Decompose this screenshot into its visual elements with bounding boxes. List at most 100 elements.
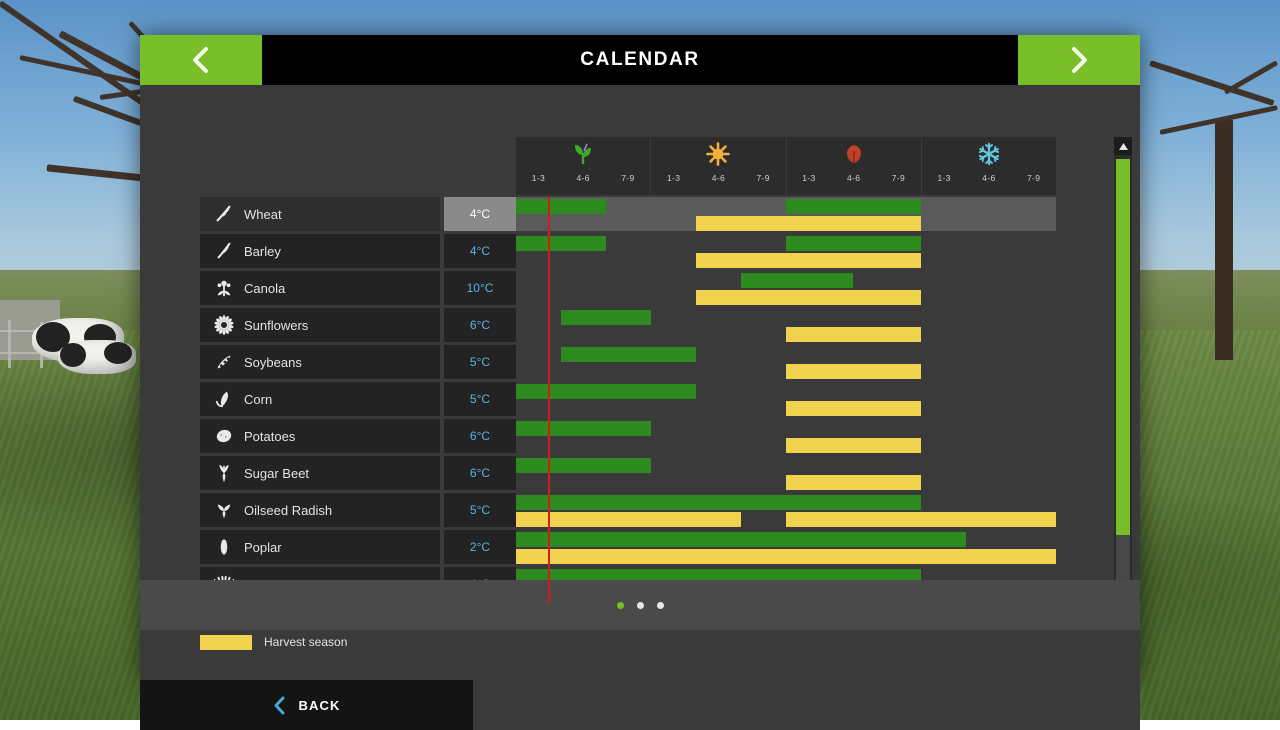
crop-name-cell[interactable]: Oilseed Radish bbox=[200, 493, 440, 527]
crop-table: Wheat4°C Barley4°C Canola10°C Sunflowers 6… bbox=[200, 197, 1056, 604]
back-button[interactable]: BACK bbox=[140, 680, 473, 730]
table-row[interactable]: Poplar2°C bbox=[200, 530, 1056, 567]
table-row[interactable]: Corn 5°C bbox=[200, 382, 1056, 419]
planting-bar bbox=[516, 458, 651, 473]
germination-temperature[interactable]: 4°C bbox=[444, 234, 516, 268]
crop-name-cell[interactable]: Sunflowers bbox=[200, 308, 440, 342]
period-labels: 1-34-67-9 bbox=[922, 171, 1056, 185]
sunflower-icon bbox=[214, 315, 234, 335]
oilseed-radish-icon bbox=[214, 499, 234, 521]
wheat-icon bbox=[214, 203, 234, 225]
scrollbar-track[interactable] bbox=[1116, 159, 1130, 593]
harvest-bar bbox=[786, 364, 921, 379]
barley-icon bbox=[214, 240, 234, 262]
period-label: 1-3 bbox=[787, 171, 832, 185]
table-row[interactable]: Sunflowers 6°C bbox=[200, 308, 1056, 345]
pagination-dot[interactable] bbox=[657, 602, 664, 609]
period-label: 1-3 bbox=[922, 171, 967, 185]
season-track bbox=[516, 308, 1056, 342]
germination-temperature[interactable]: 4°C bbox=[444, 197, 516, 231]
current-day-marker bbox=[548, 197, 550, 603]
back-button-label: BACK bbox=[299, 698, 341, 713]
crop-name-cell[interactable]: Sugar Beet bbox=[200, 456, 440, 490]
season-track bbox=[516, 419, 1056, 453]
harvest-bar bbox=[786, 512, 1056, 527]
corn-icon bbox=[214, 389, 234, 409]
table-row[interactable]: Canola10°C bbox=[200, 271, 1056, 308]
sun-icon bbox=[706, 142, 730, 166]
crop-name-label: Sugar Beet bbox=[244, 466, 309, 481]
germination-temperature[interactable]: 6°C bbox=[444, 456, 516, 490]
pagination-dot[interactable] bbox=[617, 602, 624, 609]
soybean-icon bbox=[214, 352, 234, 372]
planting-bar bbox=[741, 273, 853, 288]
leaf-icon-wrap bbox=[842, 137, 866, 171]
crop-name-cell[interactable]: Canola bbox=[200, 271, 440, 305]
season-column-autumn: 1-34-67-9 bbox=[787, 137, 922, 195]
canola-icon bbox=[214, 278, 234, 298]
canola-icon bbox=[214, 277, 234, 299]
snowflake-icon bbox=[977, 142, 1001, 166]
table-row[interactable]: Wheat4°C bbox=[200, 197, 1056, 234]
sugar-beet-icon bbox=[214, 462, 234, 484]
season-track bbox=[516, 197, 1056, 231]
season-header: 1-34-67-91-34-67-9 1-34-67-9 bbox=[516, 137, 1056, 195]
planting-bar bbox=[516, 199, 606, 214]
legend-label: Harvest season bbox=[264, 635, 347, 649]
table-row[interactable]: Oilseed Radish 5°C bbox=[200, 493, 1056, 530]
fence-post bbox=[8, 320, 11, 368]
period-label: 7-9 bbox=[741, 171, 786, 185]
germination-temperature[interactable]: 5°C bbox=[444, 493, 516, 527]
next-page-button[interactable] bbox=[1018, 35, 1140, 85]
period-label: 7-9 bbox=[876, 171, 921, 185]
crop-name-cell[interactable]: Barley bbox=[200, 234, 440, 268]
pagination-dot[interactable] bbox=[637, 602, 644, 609]
dialog-footer: BACK bbox=[140, 680, 1140, 730]
period-label: 7-9 bbox=[606, 171, 651, 185]
crop-name-cell[interactable]: Potatoes bbox=[200, 419, 440, 453]
table-row[interactable]: Sugar Beet 6°C bbox=[200, 456, 1056, 493]
leaf-icon bbox=[842, 142, 866, 166]
germination-temperature[interactable]: 6°C bbox=[444, 308, 516, 342]
season-track bbox=[516, 271, 1056, 305]
crop-name-cell[interactable]: Poplar bbox=[200, 530, 440, 564]
table-row[interactable]: Barley4°C bbox=[200, 234, 1056, 271]
season-track bbox=[516, 234, 1056, 268]
previous-page-button[interactable] bbox=[140, 35, 262, 85]
harvest-bar bbox=[786, 475, 921, 490]
poplar-icon bbox=[214, 536, 234, 558]
scrollbar[interactable] bbox=[1114, 137, 1132, 615]
period-labels: 1-34-67-9 bbox=[651, 171, 785, 185]
period-label: 4-6 bbox=[696, 171, 741, 185]
period-label: 4-6 bbox=[967, 171, 1012, 185]
scroll-up-button[interactable] bbox=[1114, 137, 1132, 155]
harvest-bar bbox=[786, 327, 921, 342]
germination-temperature[interactable]: 2°C bbox=[444, 530, 516, 564]
pagination-dots bbox=[617, 602, 664, 609]
table-row[interactable]: Soybeans5°C bbox=[200, 345, 1056, 382]
table-row[interactable]: Potatoes6°C bbox=[200, 419, 1056, 456]
germination-temperature[interactable]: 6°C bbox=[444, 419, 516, 453]
planting-bar bbox=[561, 347, 696, 362]
triangle-up-icon bbox=[1119, 143, 1128, 150]
planting-bar bbox=[516, 384, 696, 399]
crop-name-label: Oilseed Radish bbox=[244, 503, 332, 518]
season-track bbox=[516, 456, 1056, 490]
season-column-spring: 1-34-67-9 bbox=[516, 137, 651, 195]
crop-name-cell[interactable]: Wheat bbox=[200, 197, 440, 231]
harvest-bar bbox=[786, 401, 921, 416]
scrollbar-thumb[interactable] bbox=[1116, 159, 1130, 535]
germination-temperature[interactable]: 5°C bbox=[444, 345, 516, 379]
planting-bar bbox=[516, 236, 606, 251]
planting-bar bbox=[786, 236, 921, 251]
germination-temperature[interactable]: 5°C bbox=[444, 382, 516, 416]
crop-name-cell[interactable]: Soybeans bbox=[200, 345, 440, 379]
crop-name-label: Sunflowers bbox=[244, 318, 308, 333]
season-track bbox=[516, 382, 1056, 416]
sprout-icon bbox=[571, 142, 595, 166]
germination-temperature[interactable]: 10°C bbox=[444, 271, 516, 305]
crop-name-label: Corn bbox=[244, 392, 272, 407]
yellow-swatch bbox=[200, 635, 252, 650]
crop-name-cell[interactable]: Corn bbox=[200, 382, 440, 416]
oilseed-radish-icon bbox=[214, 500, 234, 520]
